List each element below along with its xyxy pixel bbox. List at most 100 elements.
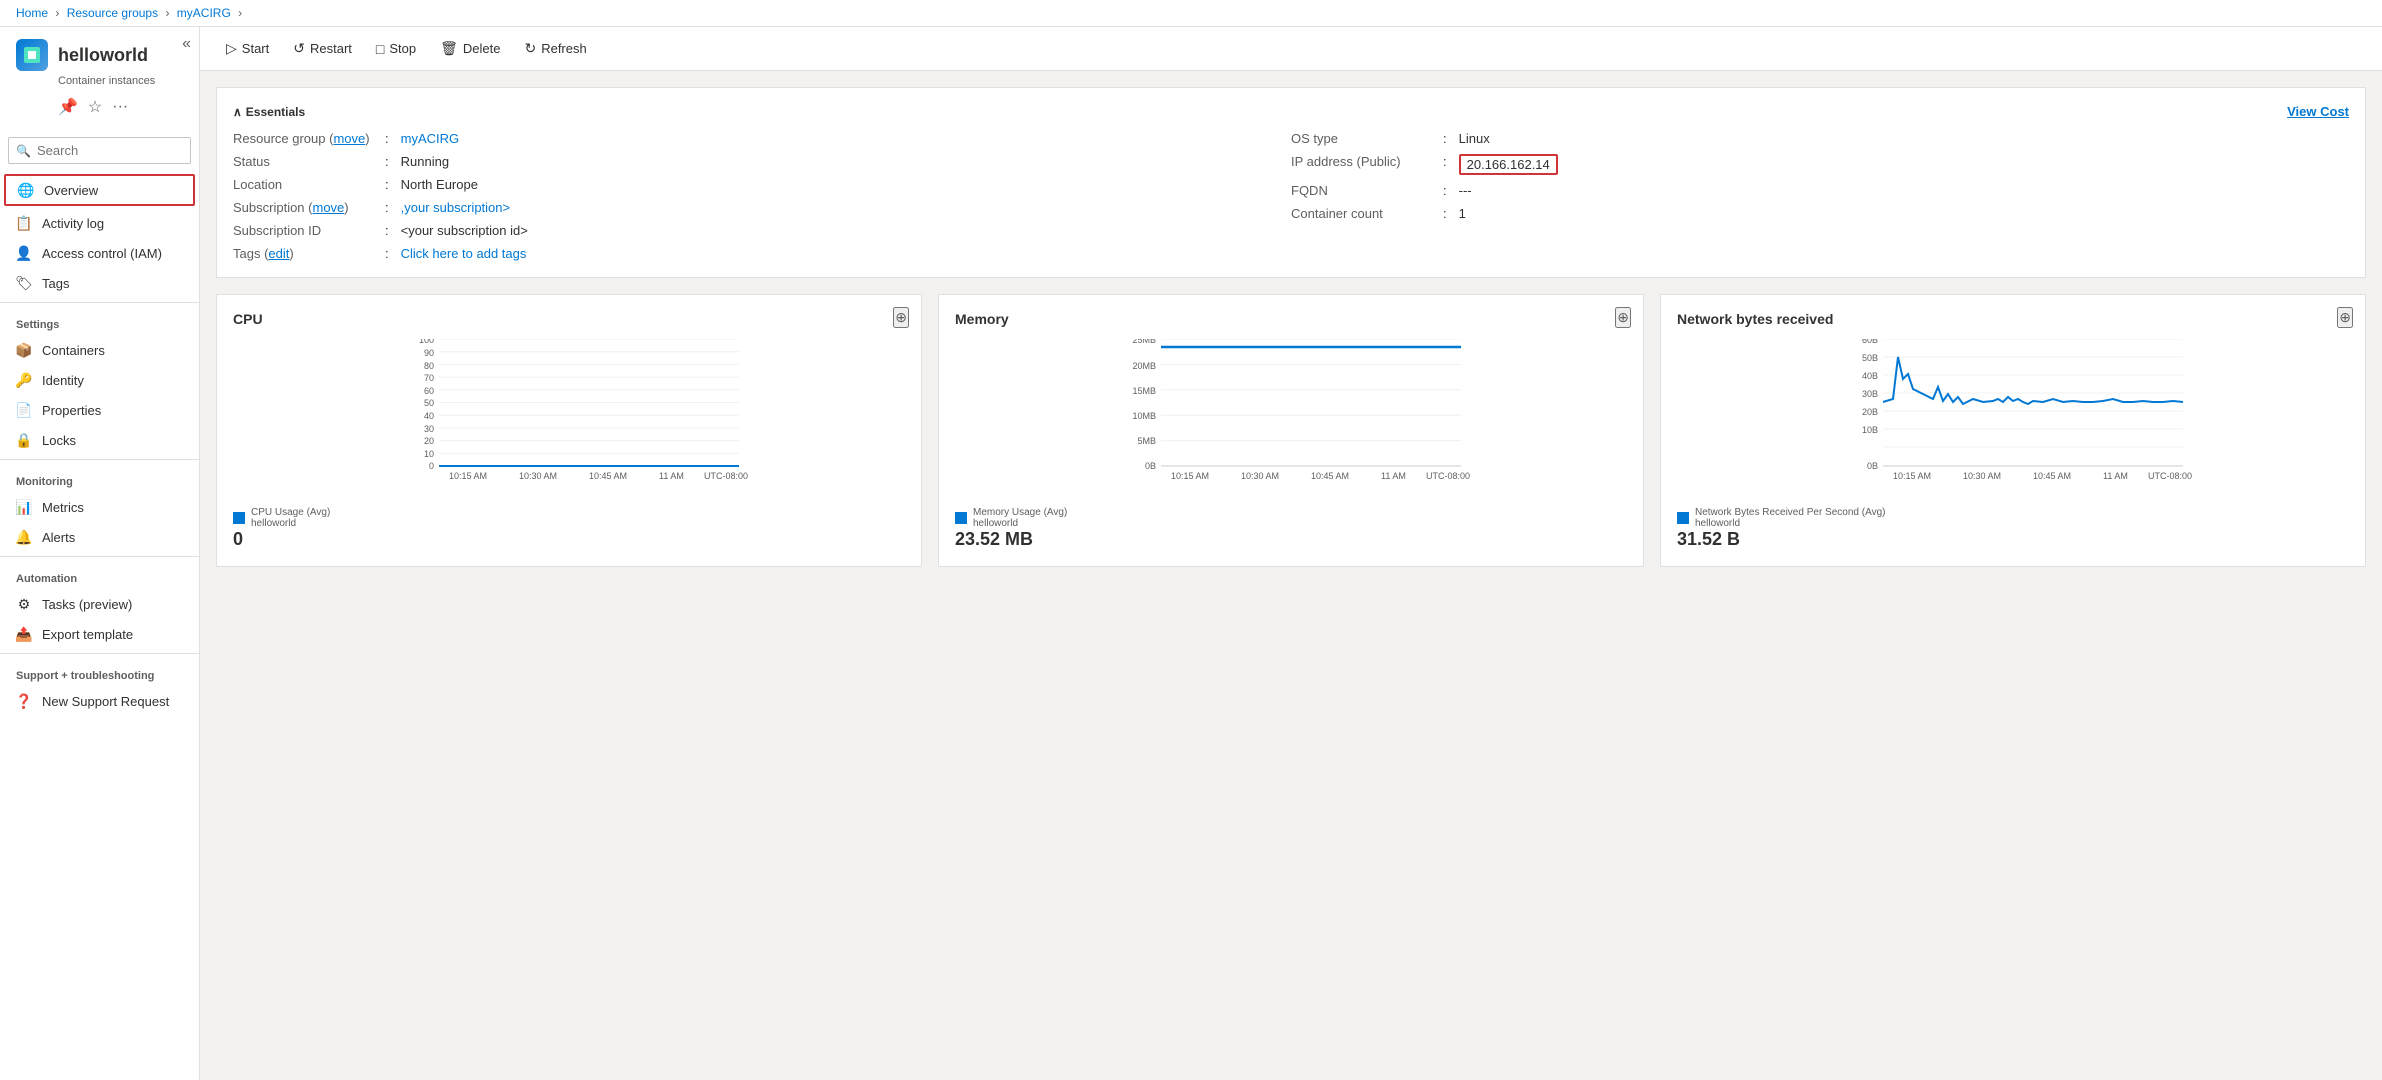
app-subtitle: Container instances	[16, 75, 183, 87]
cpu-chart-title: CPU	[233, 311, 905, 327]
cpu-legend-label: CPU Usage (Avg)	[251, 507, 330, 518]
network-legend-label: Network Bytes Received Per Second (Avg)	[1695, 507, 1885, 518]
network-chart-value: 31.52 B	[1677, 529, 2349, 550]
sidebar-item-alerts[interactable]: 🔔 Alerts	[0, 522, 199, 552]
sidebar-item-metrics[interactable]: 📊 Metrics	[0, 492, 199, 522]
memory-chart-legend: Memory Usage (Avg) helloworld	[955, 507, 1627, 529]
svg-text:40: 40	[424, 411, 434, 421]
essentials-grid: Resource group (move) : myACIRG Status :…	[233, 131, 2349, 261]
properties-icon: 📄	[16, 402, 32, 418]
move-link[interactable]: move	[333, 131, 365, 146]
stop-button[interactable]: □ Stop	[366, 36, 426, 62]
restart-label: Restart	[310, 41, 352, 56]
subscription-move-link[interactable]: move	[312, 200, 344, 215]
cpu-chart-legend: CPU Usage (Avg) helloworld	[233, 507, 905, 529]
delete-label: Delete	[463, 41, 501, 56]
sidebar-item-access-control[interactable]: 👤 Access control (IAM)	[0, 238, 199, 268]
network-legend-sublabel: helloworld	[1695, 518, 1885, 529]
essentials-right-col: OS type : Linux IP address (Public) : 20…	[1291, 131, 2349, 261]
cpu-chart-card: CPU ⊕	[216, 294, 922, 567]
memory-pin-button[interactable]: ⊕	[1615, 307, 1631, 328]
memory-chart-svg: 25MB 20MB 15MB 10MB 5MB 0B 10:15 AM 10:3…	[955, 339, 1627, 479]
star-button[interactable]: ☆	[86, 95, 104, 119]
network-chart-svg: 60B 50B 40B 30B 20B 10B 0B	[1677, 339, 2349, 479]
sidebar-item-locks-label: Locks	[42, 433, 76, 448]
sidebar-item-properties[interactable]: 📄 Properties	[0, 395, 199, 425]
svg-text:10:15 AM: 10:15 AM	[1893, 471, 1931, 479]
sidebar: helloworld Container instances 📌 ☆ ··· «…	[0, 27, 200, 1080]
sidebar-item-tags[interactable]: 🏷 Tags	[0, 268, 199, 298]
essentials-title: Essentials	[246, 105, 305, 119]
svg-text:5MB: 5MB	[1137, 436, 1156, 446]
cpu-pin-button[interactable]: ⊕	[893, 307, 909, 328]
restart-button[interactable]: ↺ Restart	[283, 35, 362, 62]
refresh-button[interactable]: ↻ Refresh	[514, 35, 596, 62]
add-tags-link[interactable]: Click here to add tags	[401, 246, 527, 261]
essentials-os-type: OS type : Linux	[1291, 131, 2349, 146]
sidebar-item-new-support-request[interactable]: ❓ New Support Request	[0, 686, 199, 716]
network-chart-card: Network bytes received ⊕	[1660, 294, 2366, 567]
essentials-resource-group: Resource group (move) : myACIRG	[233, 131, 1291, 146]
svg-text:100: 100	[419, 339, 434, 345]
sidebar-item-containers[interactable]: 📦 Containers	[0, 335, 199, 365]
support-section-label: Support + troubleshooting	[0, 658, 199, 686]
svg-text:10:30 AM: 10:30 AM	[1963, 471, 2001, 479]
essentials-location: Location : North Europe	[233, 177, 1291, 192]
essentials-card: ∧ Essentials View Cost Resource group (m…	[216, 87, 2366, 278]
svg-text:90: 90	[424, 348, 434, 358]
svg-text:11 AM: 11 AM	[1381, 471, 1406, 479]
search-input[interactable]	[8, 137, 191, 164]
containers-icon: 📦	[16, 342, 32, 358]
svg-text:25MB: 25MB	[1132, 339, 1156, 345]
sidebar-item-locks[interactable]: 🔒 Locks	[0, 425, 199, 455]
subscription-link[interactable]: ,your subscription>	[401, 200, 510, 215]
memory-legend-sublabel: helloworld	[973, 518, 1067, 529]
breadcrumb-myacirg[interactable]: myACIRG	[177, 6, 231, 20]
new-support-request-icon: ❓	[16, 693, 32, 709]
export-template-icon: 📤	[16, 626, 32, 642]
svg-text:20MB: 20MB	[1132, 361, 1156, 371]
toolbar: ▷ Start ↺ Restart □ Stop 🗑 Delete ↻ Refr…	[200, 27, 2382, 71]
essentials-ip-address: IP address (Public) : 20.166.162.14	[1291, 154, 2349, 175]
essentials-toggle[interactable]: ∧ Essentials	[233, 105, 305, 119]
svg-text:10B: 10B	[1862, 425, 1878, 435]
sidebar-item-activity-log[interactable]: 📋 Activity log	[0, 208, 199, 238]
more-button[interactable]: ···	[110, 95, 130, 119]
sidebar-item-overview[interactable]: 🌐 Overview	[4, 174, 195, 206]
breadcrumb-home[interactable]: Home	[16, 6, 48, 20]
edit-tags-link[interactable]: edit	[268, 246, 289, 261]
delete-button[interactable]: 🗑 Delete	[430, 35, 510, 62]
cpu-legend-sublabel: helloworld	[251, 518, 330, 529]
sidebar-item-alerts-label: Alerts	[42, 530, 75, 545]
start-label: Start	[242, 41, 269, 56]
ip-address-value: 20.166.162.14	[1459, 154, 1558, 175]
essentials-container-count: Container count : 1	[1291, 206, 2349, 221]
sidebar-item-activity-log-label: Activity log	[42, 216, 104, 231]
svg-text:10:45 AM: 10:45 AM	[2033, 471, 2071, 479]
settings-section-label: Settings	[0, 307, 199, 335]
monitoring-section-label: Monitoring	[0, 464, 199, 492]
memory-chart-value: 23.52 MB	[955, 529, 1627, 550]
start-button[interactable]: ▷ Start	[216, 35, 279, 62]
sidebar-item-identity[interactable]: 🔑 Identity	[0, 365, 199, 395]
svg-text:30: 30	[424, 424, 434, 434]
essentials-subscription: Subscription (move) : ,your subscription…	[233, 200, 1291, 215]
alerts-icon: 🔔	[16, 529, 32, 545]
network-chart-area: 60B 50B 40B 30B 20B 10B 0B	[1677, 339, 2349, 499]
memory-chart-card: Memory ⊕ 25MB 20MB	[938, 294, 1644, 567]
pin-button[interactable]: 📌	[56, 95, 80, 119]
essentials-tags: Tags (edit) : Click here to add tags	[233, 246, 1291, 261]
svg-text:UTC-08:00: UTC-08:00	[2148, 471, 2192, 479]
essentials-chevron-icon: ∧	[233, 105, 242, 119]
breadcrumb-resource-groups[interactable]: Resource groups	[67, 6, 158, 20]
sidebar-item-export-template[interactable]: 📤 Export template	[0, 619, 199, 649]
sidebar-item-containers-label: Containers	[42, 343, 105, 358]
svg-text:70: 70	[424, 373, 434, 383]
view-cost-link[interactable]: View Cost	[2287, 104, 2349, 119]
myacirg-link[interactable]: myACIRG	[401, 131, 460, 146]
restart-icon: ↺	[293, 40, 305, 57]
sidebar-item-tasks[interactable]: ⚙ Tasks (preview)	[0, 589, 199, 619]
network-chart-title: Network bytes received	[1677, 311, 2349, 327]
network-pin-button[interactable]: ⊕	[2337, 307, 2353, 328]
collapse-button[interactable]: «	[182, 35, 191, 53]
